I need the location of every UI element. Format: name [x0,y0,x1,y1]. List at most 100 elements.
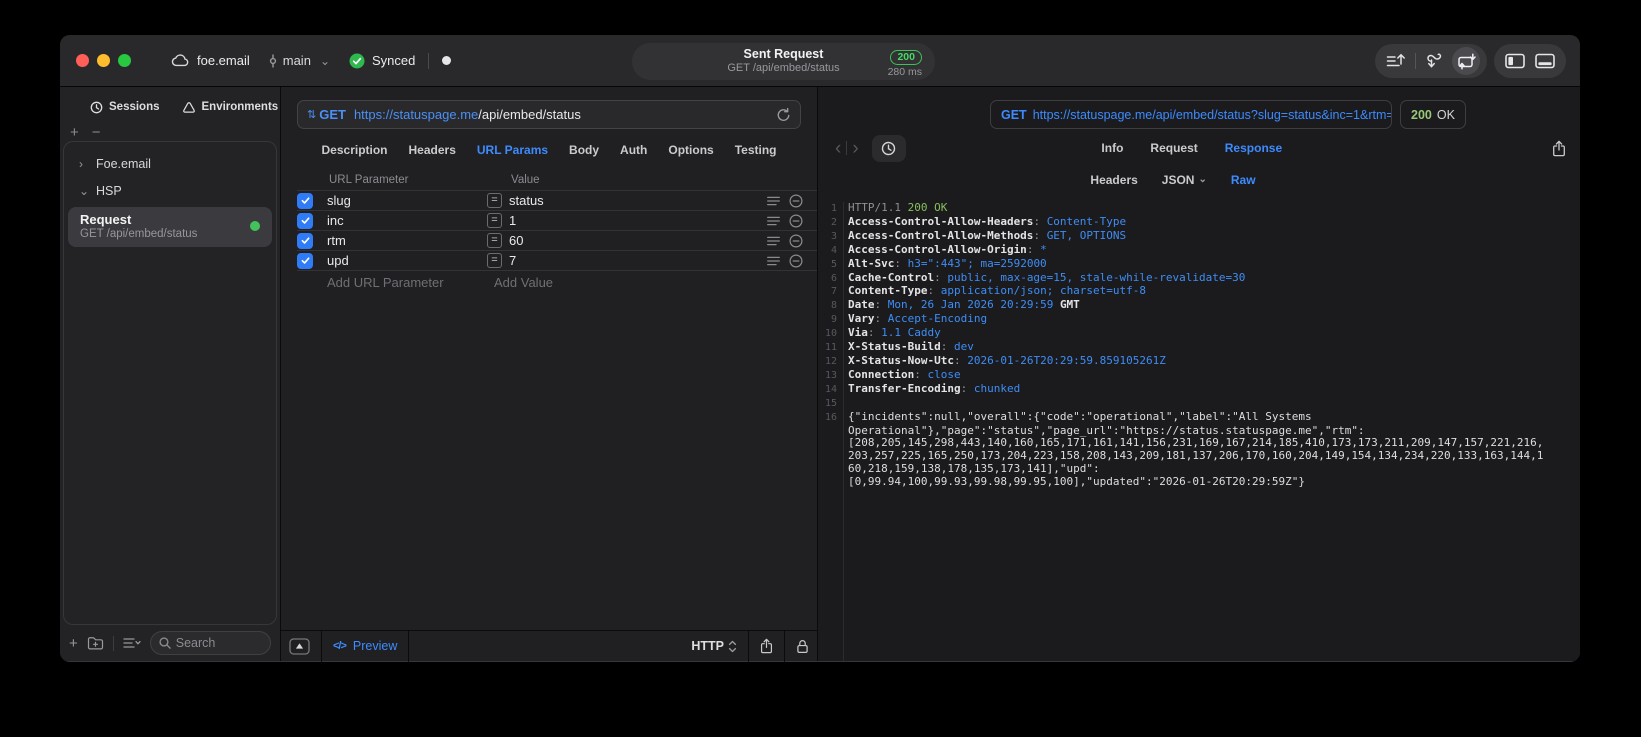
tab-environments[interactable]: Environments [182,101,278,114]
param-checkbox[interactable] [297,232,313,249]
drag-handle-icon[interactable] [767,256,780,266]
preview-button[interactable]: </> Preview [333,639,397,653]
forward-arrow-icon[interactable]: › [849,139,861,158]
request-url-bar[interactable]: ⇅ GET https://statuspage.me/api/embed/st… [297,100,801,129]
sent-method: GET [1001,107,1027,122]
tab-sessions[interactable]: Sessions [90,101,160,114]
branch-selector[interactable]: main ⌄ [268,53,330,68]
bottom-bar-divider [784,630,785,662]
param-row[interactable]: rtm = 60 [297,231,817,251]
sync-status-label: Synced [371,53,416,68]
sync-request-button[interactable] [1456,52,1476,70]
response-tab[interactable]: Info [1101,141,1123,155]
sync-status[interactable]: Synced [349,53,415,69]
tree-item-foe-email[interactable]: › Foe.email [64,150,276,177]
search-input[interactable] [175,636,262,650]
request-editor-tab[interactable]: Testing [735,143,777,157]
tree-item-hsp[interactable]: ⌄ HSP [64,177,276,204]
line-content: {"incidents":null,"overall":{"code":"ope… [848,409,1312,423]
param-row[interactable]: inc = 1 [297,211,817,231]
subtab-raw[interactable]: Raw [1231,173,1256,187]
history-button[interactable] [871,134,906,162]
param-row[interactable]: slug = status [297,191,817,211]
param-name-input[interactable]: rtm [327,233,487,248]
resend-request-icon[interactable] [776,107,791,123]
export-response-icon[interactable] [1552,140,1566,157]
param-name-input[interactable]: upd [327,253,487,268]
response-line: 7 Content-Type: application/json; charse… [818,284,1580,299]
back-arrow-icon[interactable]: ‹ [832,139,844,158]
equals-operator-icon[interactable]: = [487,213,502,228]
subtab-headers[interactable]: Headers [1090,173,1137,187]
search-box[interactable] [149,631,271,655]
response-raw-view[interactable]: 1 HTTP/1.1 200 OK 2 Access-Control-Allow… [818,202,1580,661]
param-value-input[interactable]: 7 [509,253,767,268]
request-editor-tab[interactable]: Description [322,143,388,157]
close-window-button[interactable] [76,54,89,67]
request-editor-tab[interactable]: URL Params [477,143,548,157]
line-number: 12 [824,355,837,367]
param-value-input[interactable]: status [509,193,767,208]
toggle-left-panel-button[interactable] [1505,53,1525,69]
request-list-item-selected[interactable]: Request GET /api/embed/status [68,207,272,247]
drag-handle-icon[interactable] [767,236,780,246]
equals-operator-icon[interactable]: = [487,193,502,208]
remove-param-icon[interactable] [789,193,803,208]
response-line: 1 HTTP/1.1 200 OK [818,202,1580,216]
toggle-bottom-panel-button[interactable] [1535,53,1555,69]
line-content: Access-Control-Allow-Origin: * [848,242,1047,256]
response-line: [0,99.94,100,99.93,99.98,99.95,100],"upd… [818,475,1580,489]
param-name-input[interactable]: inc [327,213,487,228]
lock-icon[interactable] [796,639,809,654]
line-content: Access-Control-Allow-Methods: GET, OPTIO… [848,228,1127,242]
request-url-host[interactable]: https://statuspage.me [354,107,478,122]
response-tab[interactable]: Request [1150,141,1197,155]
remove-param-icon[interactable] [789,253,803,268]
param-checkbox[interactable] [297,192,313,209]
param-value-input[interactable]: 1 [509,213,767,228]
line-content: Cache-Control: public, max-age=15, stale… [848,270,1246,284]
request-editor-tab[interactable]: Options [668,143,713,157]
subtab-json[interactable]: JSON ⌄ [1162,173,1207,187]
param-row[interactable]: upd = 7 [297,251,817,271]
drag-handle-icon[interactable] [767,196,780,206]
drag-handle-icon[interactable] [767,216,780,226]
equals-operator-icon[interactable]: = [487,253,502,268]
sent-url-box[interactable]: GET https://statuspage.me/api/embed/stat… [990,100,1392,129]
equals-operator-icon[interactable]: = [487,233,502,248]
request-editor-tab[interactable]: Headers [409,143,456,157]
pull-changes-button[interactable] [1426,53,1446,69]
sent-request-summary[interactable]: Sent Request GET /api/embed/status 200 2… [632,43,935,80]
param-checkbox[interactable] [297,212,313,229]
param-checkbox[interactable] [297,252,313,269]
zoom-window-button[interactable] [118,54,131,67]
param-value-input[interactable]: 60 [509,233,767,248]
remove-param-icon[interactable] [789,233,803,248]
request-method[interactable]: GET [319,107,346,122]
titlebar-divider [428,52,430,69]
code-brackets-icon: </> [333,640,347,652]
project-menu[interactable]: foe.email [171,53,250,68]
collapse-panel-icon[interactable] [289,637,310,655]
add-param-name-placeholder[interactable]: Add URL Parameter [327,275,494,290]
request-url-path[interactable]: /api/embed/status [478,107,581,122]
add-session-button[interactable]: + [70,124,79,141]
chevron-down-icon: ⌄ [79,183,90,198]
remove-param-icon[interactable] [789,213,803,228]
method-selector-arrows-icon[interactable]: ⇅ [307,108,316,121]
new-group-folder-icon[interactable] [87,636,104,650]
sort-filter-list-icon[interactable] [123,637,141,649]
request-editor-tab[interactable]: Auth [620,143,647,157]
share-request-icon[interactable] [760,638,773,654]
request-editor-tab[interactable]: Body [569,143,599,157]
protocol-selector[interactable]: HTTP [691,639,737,653]
response-tab[interactable]: Response [1225,141,1282,155]
export-changes-button[interactable] [1386,53,1405,69]
response-line: 9 Vary: Accept-Encoding [818,312,1580,327]
response-line: 6 Cache-Control: public, max-age=15, sta… [818,270,1580,286]
remove-session-button[interactable]: − [92,124,101,141]
param-name-input[interactable]: slug [327,193,487,208]
add-param-value-placeholder[interactable]: Add Value [494,275,553,290]
minimize-window-button[interactable] [97,54,110,67]
add-request-button[interactable]: + [69,635,78,652]
